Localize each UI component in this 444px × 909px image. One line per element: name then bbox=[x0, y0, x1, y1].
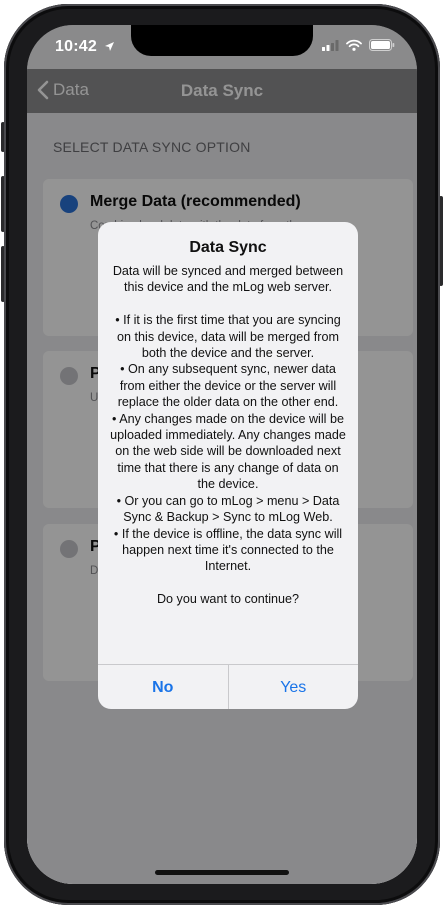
dialog-actions: No Yes bbox=[98, 664, 358, 709]
status-time: 10:42 bbox=[55, 38, 115, 56]
yes-button[interactable]: Yes bbox=[229, 665, 359, 709]
time-label: 10:42 bbox=[55, 38, 97, 55]
sync-alert-dialog: Data Sync Data will be synced and merged… bbox=[98, 222, 358, 709]
status-icons bbox=[322, 39, 395, 51]
screen: Data Data Sync SELECT DATA SYNC OPTION M… bbox=[27, 25, 417, 884]
wifi-icon bbox=[346, 39, 362, 51]
battery-icon bbox=[369, 39, 395, 51]
home-indicator[interactable] bbox=[155, 870, 289, 875]
dialog-message: Data will be synced and merged between t… bbox=[110, 264, 346, 607]
dialog-title: Data Sync bbox=[189, 239, 267, 256]
cellular-signal-icon bbox=[322, 39, 339, 51]
location-arrow-icon bbox=[104, 42, 114, 51]
status-bar: 10:42 bbox=[27, 25, 417, 69]
phone-device: Data Data Sync SELECT DATA SYNC OPTION M… bbox=[0, 0, 444, 909]
notch bbox=[131, 25, 313, 56]
no-button[interactable]: No bbox=[98, 665, 229, 709]
